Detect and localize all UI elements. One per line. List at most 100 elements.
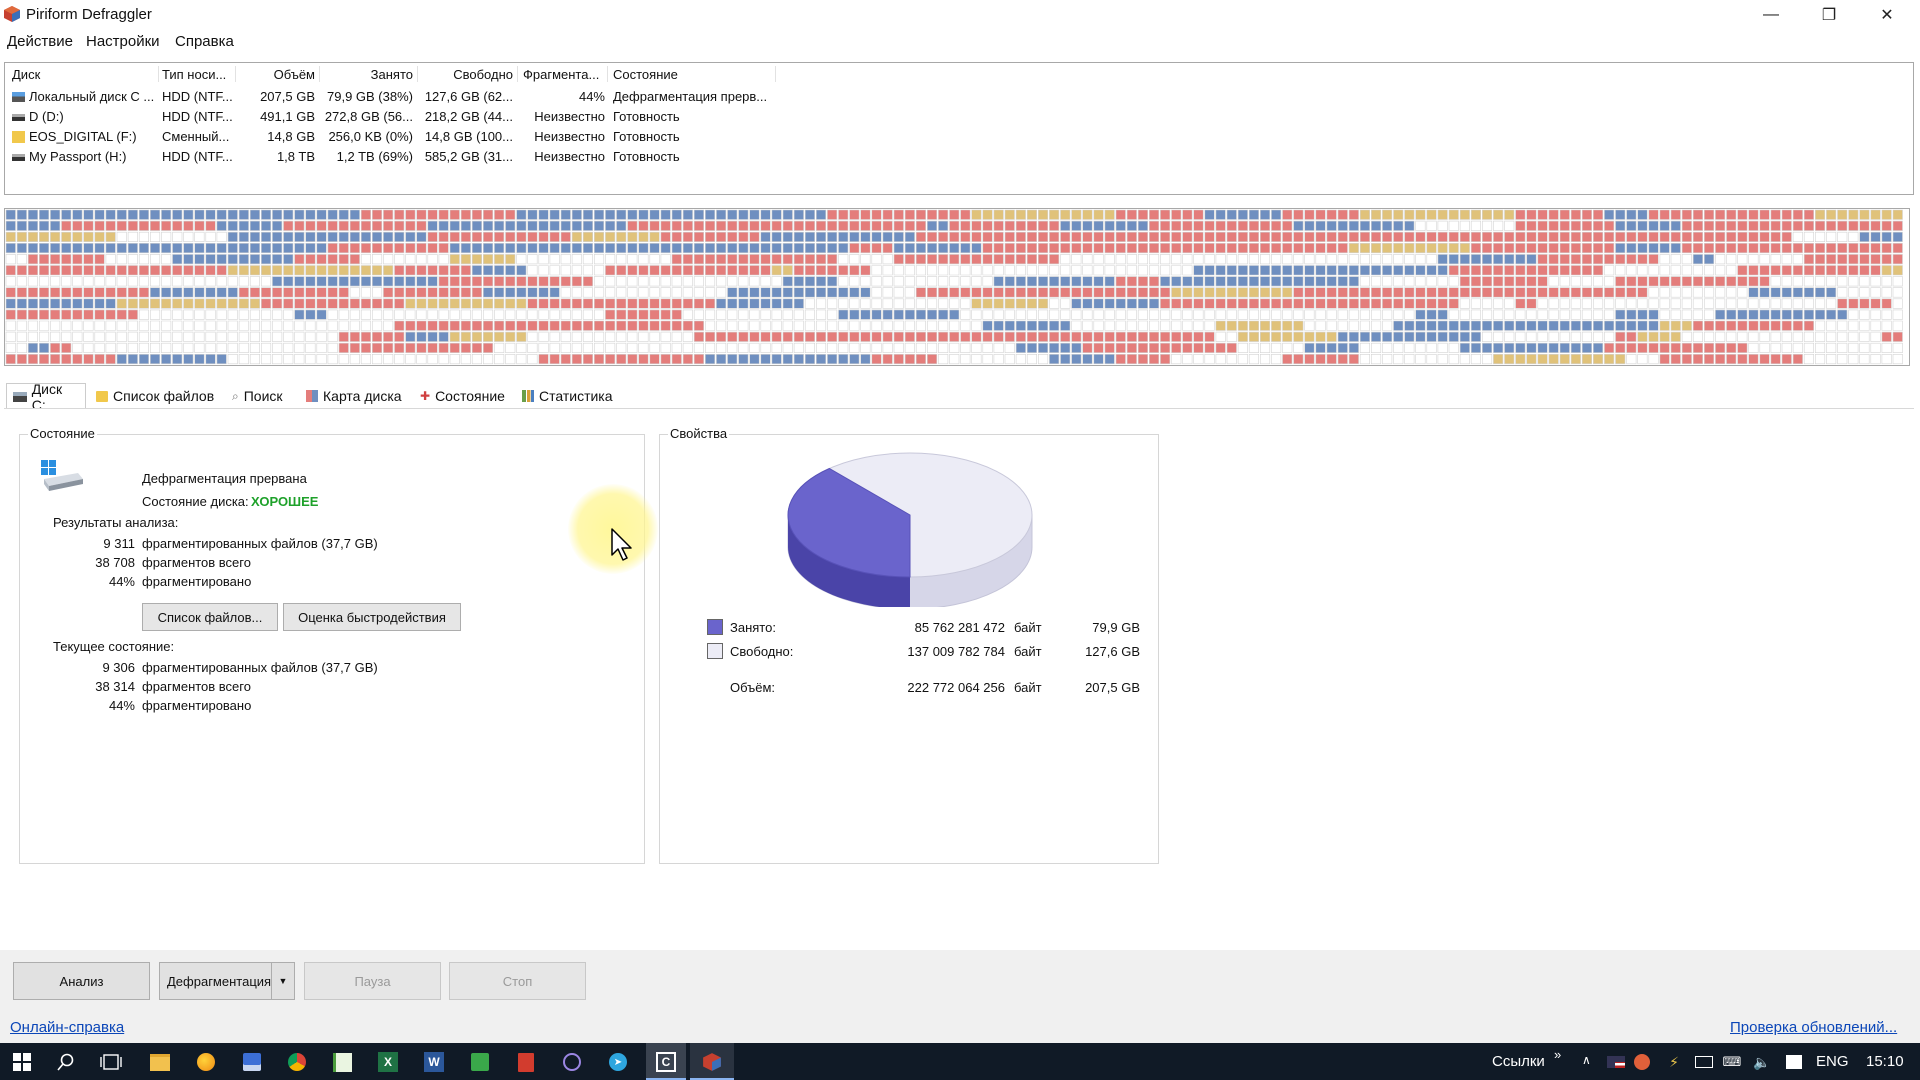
current-frag-files-count: 9 306 [102, 660, 135, 675]
browser-orange-icon[interactable] [194, 1050, 218, 1074]
used-label: Занято: [730, 620, 776, 635]
tray-language[interactable]: ENG [1816, 1053, 1849, 1070]
defrag-dropdown-icon[interactable]: ▼ [271, 963, 294, 999]
analysis-percent: 44% [108, 574, 135, 589]
notepad-icon[interactable] [330, 1050, 354, 1074]
stop-button[interactable]: Стоп [449, 962, 586, 1000]
chrome-icon[interactable] [285, 1050, 309, 1074]
menu-help[interactable]: Справка [175, 33, 234, 50]
col-free[interactable]: Свободно [421, 67, 513, 82]
explorer-icon[interactable] [148, 1050, 172, 1074]
drive-list-header: Диск Тип носи... Объём Занято Свободно Ф… [5, 63, 1913, 85]
free-bytes: 137 009 782 784 [907, 644, 1005, 659]
col-used[interactable]: Занято [323, 67, 413, 82]
online-help-link[interactable]: Онлайн-справка [10, 1019, 124, 1036]
disk-health-label: Состояние диска: [142, 494, 249, 509]
col-type[interactable]: Тип носи... [162, 67, 226, 82]
tray-keyboard-icon[interactable]: ⌨ [1720, 1050, 1744, 1074]
removable-drive-icon [12, 131, 25, 143]
col-size[interactable]: Объём [241, 67, 315, 82]
defraggler-taskbar-icon [700, 1050, 724, 1074]
tab-search[interactable]: ⌕ Поиск [226, 383, 289, 409]
defrag-button[interactable]: Дефрагментация ▼ [159, 962, 295, 1000]
cluster-map[interactable] [4, 208, 1910, 366]
drive-type: HDD (NTF... [162, 109, 233, 124]
current-frag-files-text: фрагментированных файлов (37,7 GB) [142, 660, 378, 675]
links-expand-icon[interactable]: » [1554, 1047, 1561, 1062]
status-message: Дефрагментация прервана [142, 471, 307, 486]
drive-map-icon [306, 390, 318, 402]
drive-row[interactable]: My Passport (H:) HDD (NTF... 1,8 TB 1,2 TB … [5, 147, 1913, 167]
total-gb: 207,5 GB [1085, 680, 1140, 695]
health-icon: ✚ [420, 389, 431, 403]
check-updates-link[interactable]: Проверка обновлений... [1730, 1019, 1897, 1036]
tray-clock[interactable]: 15:10 [1866, 1053, 1904, 1070]
free-gb: 127,6 GB [1085, 644, 1140, 659]
analysis-frag-files-count: 9 311 [103, 536, 135, 551]
analyze-button[interactable]: Анализ [13, 962, 150, 1000]
minimize-button[interactable]: — [1742, 0, 1800, 30]
defraggler-app-icon [4, 6, 20, 22]
window-title: Piriform Defraggler [26, 6, 152, 23]
tray-network-icon[interactable] [1692, 1050, 1716, 1074]
free-label: Свободно: [730, 644, 794, 659]
taskbar-active-app[interactable]: C [646, 1043, 686, 1080]
drive-row[interactable]: Локальный диск C ... HDD (NTF... 207,5 GB 7… [5, 87, 1913, 107]
drive-frag: Неизвестно [534, 109, 605, 124]
links-toolbar-label[interactable]: Ссылки [1492, 1053, 1545, 1070]
tray-power-icon[interactable]: ⚡ [1662, 1050, 1686, 1074]
tab-drive-c[interactable]: Диск C: [6, 381, 86, 413]
drive-name: D (D:) [29, 109, 64, 124]
analysis-percent-text: фрагментировано [142, 574, 252, 589]
drive-row[interactable]: D (D:) HDD (NTF... 491,1 GB 272,8 GB (56...… [5, 107, 1913, 127]
viber-icon[interactable] [560, 1050, 584, 1074]
current-percent-text: фрагментировано [142, 698, 252, 713]
tray-volume-icon[interactable]: 🔈 [1750, 1050, 1774, 1074]
menu-action[interactable]: Действие [7, 33, 73, 50]
tray-notification-icon[interactable] [1782, 1050, 1806, 1074]
col-fragmentation[interactable]: Фрагмента... [523, 67, 599, 82]
current-fragments-text: фрагментов всего [142, 679, 251, 694]
word-icon[interactable]: W [422, 1050, 446, 1074]
drive-row[interactable]: EOS_DIGITAL (F:) Сменный... 14,8 GB 256,0 K… [5, 127, 1913, 147]
maximize-button[interactable]: ❐ [1800, 0, 1858, 30]
drive-size: 1,8 TB [276, 149, 315, 164]
tray-chevron-up-icon[interactable]: ∧ [1582, 1053, 1591, 1067]
menu-settings[interactable]: Настройки [86, 33, 160, 50]
tab-strip: Диск C: Список файлов ⌕ Поиск Карта диск… [6, 381, 1916, 413]
hdd-icon [12, 154, 25, 161]
taskbar-search-icon[interactable] [54, 1050, 78, 1074]
tab-drive-map[interactable]: Карта диска [300, 383, 408, 409]
benchmark-button[interactable]: Оценка быстродействия [283, 603, 461, 631]
taskbar-defraggler[interactable] [690, 1043, 734, 1080]
drive-frag: 44% [578, 89, 605, 104]
tab-file-list[interactable]: Список файлов [90, 383, 220, 409]
file-list-button[interactable]: Список файлов... [142, 603, 278, 631]
save-disk-icon[interactable] [240, 1050, 264, 1074]
col-disk[interactable]: Диск [12, 67, 40, 82]
used-unit: байт [1014, 620, 1042, 635]
excel-icon[interactable]: X [376, 1050, 400, 1074]
menu-bar: Действие Настройки Справка [0, 30, 1920, 54]
col-state[interactable]: Состояние [613, 67, 678, 82]
tab-health[interactable]: ✚ Состояние [414, 383, 511, 409]
pause-button[interactable]: Пауза [304, 962, 441, 1000]
taskbar: X W ➤ C Ссылки » ∧ ⚡ ⌨ 🔈 ENG 15:10 [0, 1043, 1920, 1080]
status-group-title: Состояние [28, 426, 97, 441]
windows-drive-icon [41, 460, 83, 491]
tray-app-icon[interactable] [1630, 1050, 1654, 1074]
drive-free: 14,8 GB (100... [424, 129, 513, 144]
green-app-icon[interactable] [468, 1050, 492, 1074]
total-unit: байт [1014, 680, 1042, 695]
pdf-reader-icon[interactable] [514, 1050, 538, 1074]
tray-flag-icon[interactable] [1604, 1050, 1628, 1074]
drive-list[interactable]: Диск Тип носи... Объём Занято Свободно Ф… [4, 62, 1914, 195]
current-percent: 44% [108, 698, 135, 713]
start-button[interactable] [10, 1050, 34, 1074]
tab-drive-map-label: Карта диска [323, 388, 402, 404]
drive-used: 79,9 GB (38%) [327, 89, 413, 104]
close-button[interactable]: ✕ [1858, 0, 1916, 30]
tab-statistics[interactable]: Статистика [516, 383, 619, 409]
task-view-icon[interactable] [99, 1050, 123, 1074]
telegram-icon[interactable]: ➤ [606, 1050, 630, 1074]
